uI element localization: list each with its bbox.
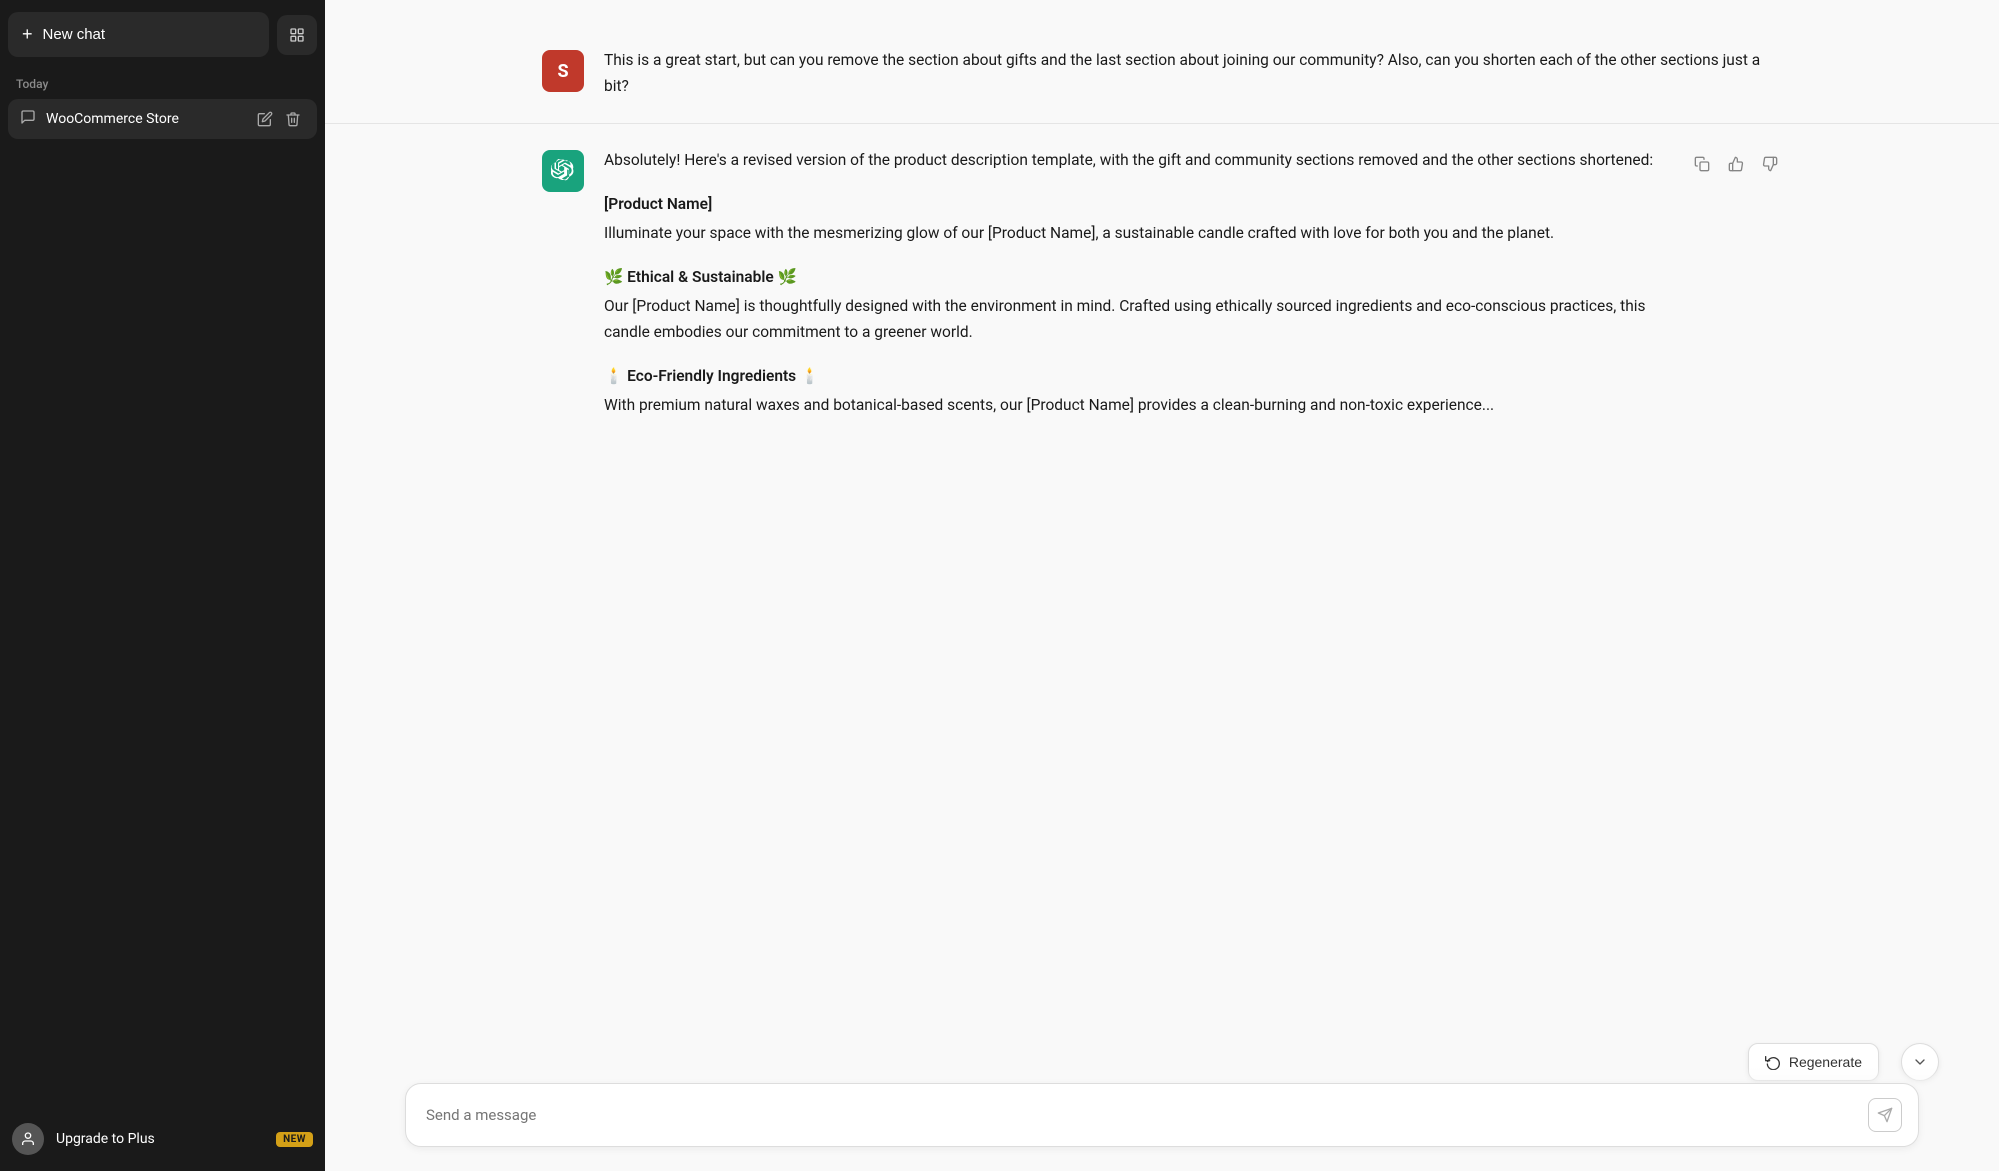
section2-heading: 🕯️ Eco-Friendly Ingredients 🕯️ bbox=[604, 364, 1670, 390]
user-avatar bbox=[12, 1123, 44, 1155]
thumbs-down-button[interactable] bbox=[1758, 152, 1782, 176]
input-area bbox=[325, 1067, 1999, 1171]
upgrade-to-plus-button[interactable]: Upgrade to Plus NEW bbox=[8, 1111, 317, 1171]
section1-text: Our [Product Name] is thoughtfully desig… bbox=[604, 294, 1670, 345]
new-chat-button[interactable]: + New chat bbox=[8, 12, 269, 57]
chat-history-item-label: WooCommerce Store bbox=[46, 111, 243, 127]
message-input-box bbox=[405, 1083, 1919, 1147]
user-message-row: S This is a great start, but can you rem… bbox=[462, 32, 1862, 115]
thumbs-down-icon bbox=[1762, 156, 1778, 172]
plus-icon: + bbox=[22, 24, 33, 45]
chat-history-item-woocommerce[interactable]: WooCommerce Store bbox=[8, 99, 317, 139]
send-button[interactable] bbox=[1868, 1098, 1902, 1132]
sidebar: + New chat Today WooCommerce Store bbox=[0, 0, 325, 1171]
user-avatar-circle: S bbox=[542, 50, 584, 92]
new-chat-label: New chat bbox=[43, 26, 106, 43]
intro-paragraph: Illuminate your space with the mesmerizi… bbox=[604, 221, 1670, 247]
send-icon bbox=[1877, 1107, 1893, 1123]
copy-icon bbox=[1694, 156, 1710, 172]
chat-item-actions bbox=[253, 109, 305, 129]
copy-button[interactable] bbox=[1690, 152, 1714, 176]
thumbs-up-icon bbox=[1728, 156, 1744, 172]
section1-heading: 🌿 Ethical & Sustainable 🌿 bbox=[604, 265, 1670, 291]
new-badge: NEW bbox=[276, 1132, 313, 1147]
chat-icon bbox=[20, 109, 36, 129]
sidebar-top-row: + New chat bbox=[8, 8, 317, 61]
layout-toggle-button[interactable] bbox=[277, 15, 317, 55]
thumbs-up-button[interactable] bbox=[1724, 152, 1748, 176]
main-chat-area: S This is a great start, but can you rem… bbox=[325, 0, 1999, 1171]
gpt-logo-icon bbox=[551, 159, 575, 183]
user-avatar-letter: S bbox=[557, 61, 568, 82]
section2-text: With premium natural waxes and botanical… bbox=[604, 393, 1670, 419]
user-message-text: This is a great start, but can you remov… bbox=[604, 51, 1760, 95]
upgrade-label: Upgrade to Plus bbox=[56, 1131, 264, 1147]
assistant-intro-text: Absolutely! Here's a revised version of … bbox=[604, 148, 1670, 174]
layout-icon bbox=[289, 27, 305, 43]
delete-chat-button[interactable] bbox=[281, 109, 305, 129]
message-action-buttons bbox=[1690, 152, 1782, 176]
assistant-avatar-circle bbox=[542, 150, 584, 192]
today-label: Today bbox=[8, 73, 317, 99]
rename-chat-button[interactable] bbox=[253, 109, 277, 129]
message-input[interactable] bbox=[426, 1106, 1868, 1124]
message-divider bbox=[325, 123, 1999, 124]
product-name-label: [Product Name] bbox=[604, 192, 1670, 218]
assistant-message-row: Absolutely! Here's a revised version of … bbox=[462, 132, 1862, 447]
chat-messages: S This is a great start, but can you rem… bbox=[325, 0, 1999, 1171]
assistant-message-content: Absolutely! Here's a revised version of … bbox=[604, 148, 1670, 431]
user-message-content: This is a great start, but can you remov… bbox=[604, 48, 1782, 99]
